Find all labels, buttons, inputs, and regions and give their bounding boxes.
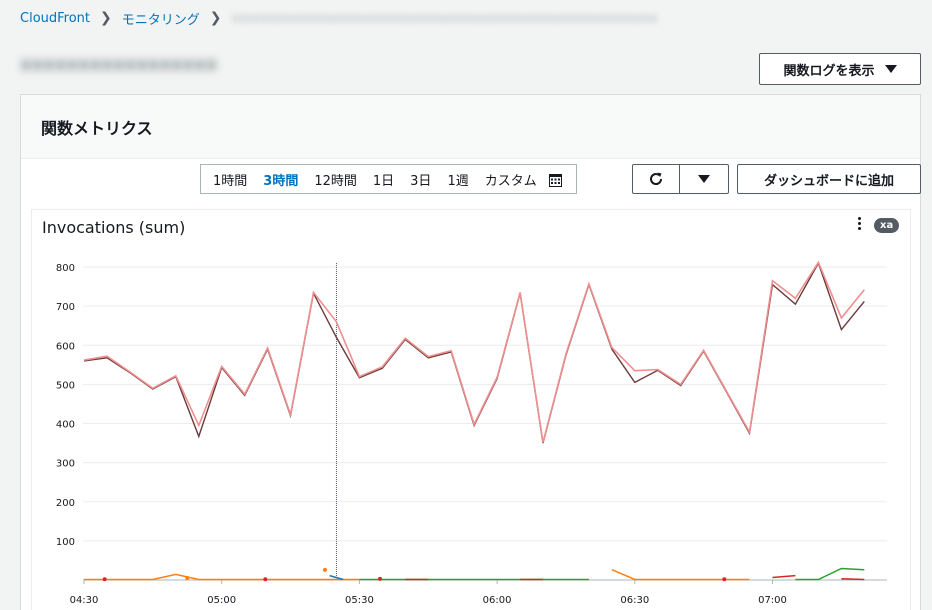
panel-title: 関数メトリクス	[41, 118, 153, 138]
y-tick-label: 500	[56, 380, 75, 391]
data-point-marker	[378, 576, 383, 581]
invocations-line-chart[interactable]: 100 200 300 400 500 600 700 800 04:30 05:00 05:30 0…	[31, 209, 911, 610]
y-tick-label: 700	[56, 302, 75, 313]
page-title-redacted: xxxxxxxxxxxxxxxxx	[20, 54, 218, 75]
view-function-logs-button[interactable]: 関数ログを表示	[759, 53, 921, 85]
range-option-custom[interactable]: カスタム	[477, 170, 570, 189]
view-function-logs-label: 関数ログを表示	[783, 63, 875, 79]
breadcrumb-current-redacted: xxxxxxxxxxxxxxxxxxxxxxxxxxxxxxxxxxxxxxxx…	[231, 11, 658, 25]
x-tick-label: 05:30	[345, 595, 374, 606]
time-range-selector: 1時間 3時間 12時間 1日 3日 1週 カスタム	[200, 164, 577, 194]
minor-series-line-7	[795, 567, 865, 581]
minor-series-line-1	[84, 573, 360, 581]
range-option-1w[interactable]: 1週	[439, 170, 476, 189]
range-option-3h[interactable]: 3時間	[255, 170, 306, 189]
y-tick-label: 300	[56, 459, 75, 470]
x-tick-label: 04:30	[70, 595, 99, 606]
range-option-12h[interactable]: 12時間	[306, 170, 365, 189]
x-tick-label: 06:30	[620, 595, 649, 606]
minor-series-line-5	[611, 569, 750, 581]
minor-series-line-8	[841, 577, 865, 581]
metrics-toolbar: 1時間 3時間 12時間 1日 3日 1週 カスタム ダッシュボードに追加	[0, 164, 932, 196]
range-option-1h[interactable]: 1時間	[205, 170, 255, 189]
caret-down-icon	[698, 175, 710, 183]
breadcrumb-monitoring-link[interactable]: モニタリング	[122, 9, 200, 28]
refresh-icon	[650, 172, 663, 185]
y-tick-label: 800	[56, 263, 75, 274]
y-tick-label: 200	[56, 498, 75, 509]
data-point-marker	[263, 577, 268, 582]
breadcrumb-cloudfront-link[interactable]: CloudFront	[20, 11, 90, 26]
data-point-marker	[722, 577, 727, 582]
refresh-options-dropdown[interactable]	[679, 164, 729, 194]
chevron-right-icon: ❯	[100, 10, 112, 26]
minor-series-line-6	[772, 574, 796, 579]
y-tick-label: 600	[56, 341, 75, 352]
series-line-2	[83, 260, 865, 443]
x-tick-label: 05:00	[207, 595, 236, 606]
add-to-dashboard-button[interactable]: ダッシュボードに追加	[737, 164, 921, 194]
y-tick-label: 100	[56, 537, 75, 548]
caret-down-icon	[884, 65, 897, 73]
range-option-custom-label: カスタム	[484, 173, 537, 189]
y-tick-label: 400	[56, 420, 75, 431]
data-point-marker	[322, 567, 327, 572]
data-point-marker	[102, 577, 107, 582]
x-tick-label: 06:00	[483, 595, 512, 606]
breadcrumb: CloudFront ❯ モニタリング ❯ xxxxxxxxxxxxxxxxxx…	[20, 8, 658, 28]
chevron-right-icon: ❯	[209, 10, 222, 26]
calendar-icon	[548, 173, 562, 187]
range-option-3d[interactable]: 3日	[402, 170, 439, 189]
refresh-button[interactable]	[632, 164, 680, 194]
x-tick-label: 07:00	[758, 595, 787, 606]
panel-header: 関数メトリクス	[21, 95, 920, 159]
series-line-1	[83, 261, 865, 444]
data-point-marker	[185, 576, 190, 581]
range-option-1d[interactable]: 1日	[365, 170, 402, 189]
